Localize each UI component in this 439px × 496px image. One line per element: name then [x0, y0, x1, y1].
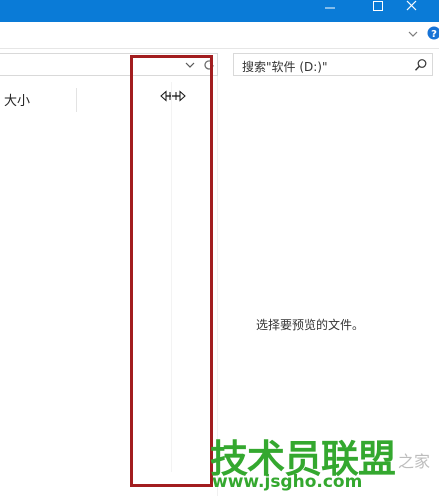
minimize-icon — [325, 7, 335, 9]
minimize-button[interactable] — [307, 0, 351, 22]
search-icon[interactable] — [414, 58, 428, 72]
search-input[interactable]: 搜索"软件 (D:)" — [233, 53, 433, 76]
maximize-icon — [373, 1, 383, 11]
maximize-button[interactable] — [355, 0, 399, 22]
ribbon-bar: ? — [0, 22, 439, 49]
chevron-down-icon[interactable] — [407, 29, 419, 39]
highlight-box — [130, 55, 213, 487]
search-placeholder: 搜索"软件 (D:)" — [242, 60, 328, 74]
close-icon — [406, 0, 417, 11]
help-icon[interactable]: ? — [427, 26, 439, 40]
preview-message: 选择要预览的文件。 — [256, 318, 365, 332]
column-separator[interactable] — [76, 88, 77, 112]
column-size-header[interactable]: 大小 — [4, 90, 30, 109]
watermark-suffix: 之家 — [398, 452, 431, 471]
watermark-url: www.jsgho.com — [212, 472, 363, 492]
close-button[interactable] — [395, 0, 439, 22]
title-bar — [0, 0, 439, 22]
svg-text:?: ? — [431, 29, 437, 40]
